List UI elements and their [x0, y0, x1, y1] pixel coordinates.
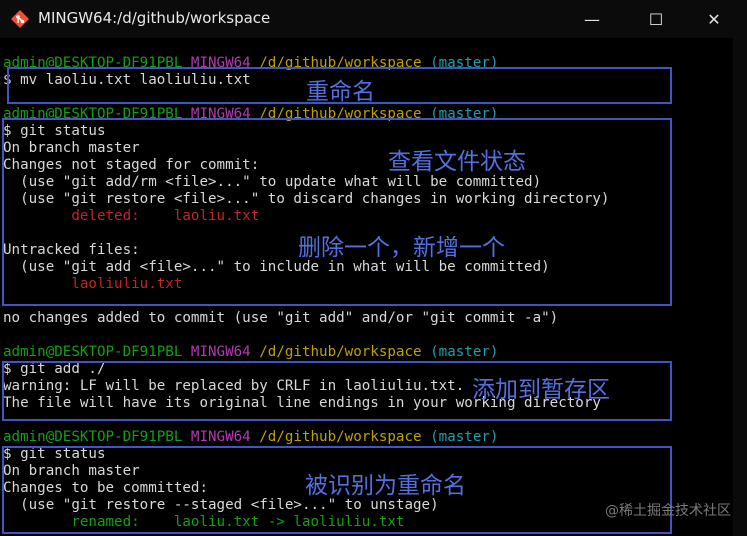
prompt-branch: (master) [430, 344, 499, 360]
title-bar: MINGW64:/d/github/workspace — ☐ ✕ [0, 0, 747, 38]
prompt-branch: (master) [430, 429, 499, 445]
minimize-icon: — [584, 9, 600, 29]
watermark: @稀土掘金技术社区 [605, 503, 731, 519]
prompt-user-host: admin@DESKTOP-DF91PBL [3, 344, 183, 360]
annotation-label-status: 查看文件状态 [388, 149, 526, 175]
annotation-label-delete-add: 删除一个，新增一个 [298, 235, 505, 261]
annotation-label-renamed: 被识别为重命名 [305, 473, 466, 499]
output-line: no changes added to commit (use "git add… [3, 310, 559, 326]
prompt-env: MINGW64 [190, 344, 251, 360]
maximize-icon: ☐ [648, 9, 664, 29]
prompt-line: admin@DESKTOP-DF91PBL MINGW64 /d/github/… [3, 429, 498, 446]
scrollbar[interactable] [733, 38, 747, 536]
prompt-user-host: admin@DESKTOP-DF91PBL [3, 429, 183, 445]
prompt-line: admin@DESKTOP-DF91PBL MINGW64 /d/github/… [3, 344, 498, 361]
prompt-path: /d/github/workspace [259, 344, 422, 360]
window-title: MINGW64:/d/github/workspace [38, 9, 271, 27]
minimize-button[interactable]: — [569, 0, 615, 38]
close-button[interactable]: ✕ [691, 0, 737, 38]
prompt-path: /d/github/workspace [259, 429, 422, 445]
annotation-box-status [2, 118, 672, 306]
git-bash-icon [11, 10, 29, 28]
annotation-label-add: 添加到暂存区 [472, 377, 610, 403]
prompt-env: MINGW64 [190, 429, 251, 445]
annotation-label-rename: 重命名 [306, 79, 375, 105]
maximize-button[interactable]: ☐ [633, 0, 679, 38]
close-icon: ✕ [707, 9, 721, 29]
